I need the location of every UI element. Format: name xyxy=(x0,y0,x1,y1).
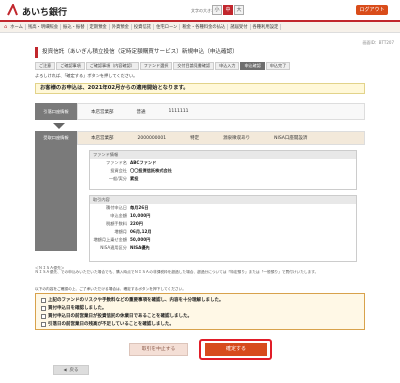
confirmation-item[interactable]: 引落日の前営業日の残高が不足していることを確認しました。 xyxy=(41,320,359,328)
trade-row: 税額手数料 220円 xyxy=(90,220,356,228)
header: あいち銀行 文字の大きさ 小 中 大 ログアウト xyxy=(0,0,400,20)
nav-balance[interactable]: 残高・明細照会 xyxy=(26,24,62,30)
checkbox[interactable] xyxy=(41,305,46,311)
confirmation-checklist: 上記のファンドのリスクや手数料などの重要事項を確認し、内容を十分理解しました。 … xyxy=(35,293,365,330)
step-prospectus: 交付目論見書確認 xyxy=(173,62,215,70)
nav-settings[interactable]: 各種利用設定 xyxy=(251,24,282,30)
transfer-type: 普通 xyxy=(136,109,146,115)
trade-row: 積付申込日 毎月26日 xyxy=(90,204,356,212)
step-notice: ご注意 xyxy=(35,62,56,70)
fund-company-row: 投資会社 〇〇投資信託株式会社 xyxy=(90,167,356,175)
down-arrow-icon xyxy=(53,123,65,129)
progress-steps: ご注意 ご確認事項 ご確認事項（内容確認） ファンド選択 交付目論見書確認 申込… xyxy=(35,62,365,70)
trade-row: 申込金額 10,000円 xyxy=(90,212,356,220)
transfer-account-label: 引落口座情報 xyxy=(35,103,77,120)
nav-foreign-deposit[interactable]: 外貨預金 xyxy=(110,24,132,30)
trade-value: NISA優先 xyxy=(130,245,150,250)
nav-payments[interactable]: 税金・各種料金の払込 xyxy=(180,24,229,30)
step-input: 申込入力 xyxy=(215,62,240,70)
confirmation-text: 引落日の前営業日の残高が不足していることを確認しました。 xyxy=(48,322,174,327)
receive-account-info: 本店営業部 2000000001 特定 源泉徴収あり NISA口座開設済 xyxy=(77,131,365,145)
fund-name-value: ABCファンド xyxy=(130,160,157,165)
bank-name: あいち銀行 xyxy=(22,8,68,18)
confirm-button[interactable]: 確定する xyxy=(205,343,267,356)
receive-account-label: 受取口座情報 xyxy=(35,131,77,251)
step-confirm-items: ご確認事項 xyxy=(56,62,85,70)
receive-branch: 本店営業部 xyxy=(91,136,114,141)
trade-value: 50,000円 xyxy=(130,237,151,242)
confirmation-item[interactable]: 買付申込日の前営業日が投資信託の休業日であることを確認しました。 xyxy=(41,312,359,320)
nav-time-deposit[interactable]: 定期預金 xyxy=(88,24,110,30)
trade-key: 増額月 xyxy=(114,229,127,234)
checkbox[interactable] xyxy=(41,313,46,319)
trade-key: 積付申込日 xyxy=(106,205,127,210)
nisa-note: ＜ＮＩＳＡ優先＞ ＮＩＳＡ優先、での申込みいただいた場合でも、購入時点でＮＩＳＡ… xyxy=(35,266,365,274)
trade-key: NISA適用区分 xyxy=(100,245,127,250)
instruction-text: よろしければ、「確定する」ボタンを押してください。 xyxy=(35,73,138,78)
transfer-branch: 本店営業部 xyxy=(91,109,114,115)
nisa-note-text: ＮＩＳＡ優先、での申込みいただいた場合でも、購入時点でＮＩＳＡの非課税枠を超過し… xyxy=(35,270,319,275)
fund-info-panel: ファンド情報 ファンド名 ABCファンド 投資会社 〇〇投資信託株式会社 一般/… xyxy=(89,150,357,190)
trade-value: 06月,12月 xyxy=(130,229,152,234)
receive-nisa-status: NISA口座開設済 xyxy=(274,136,308,141)
font-size-large-button[interactable]: 大 xyxy=(234,5,244,15)
fund-type-key: 一般/実分 xyxy=(108,176,127,181)
font-size-medium-button[interactable]: 中 xyxy=(223,5,233,15)
page-title: 投資信託（あいぎん積立投信（定時定額購買サービス）新規申込（申込確認） xyxy=(35,47,365,58)
trade-row: 増額月上乗せ金額 50,000円 xyxy=(90,236,356,244)
back-button[interactable]: 戻る xyxy=(53,365,89,375)
nav-housing-loan[interactable]: 住宅ローン xyxy=(154,24,181,30)
trade-key: 申込金額 xyxy=(110,213,127,218)
confirmation-text: 上記のファンドのリスクや手数料などの重要事項を確認し、内容を十分理解しました。 xyxy=(48,298,224,303)
checkbox[interactable] xyxy=(41,297,46,303)
fund-name-key: ファンド名 xyxy=(106,160,127,165)
step-complete: 申込完了 xyxy=(265,62,291,70)
trade-info-title: 取引内容 xyxy=(90,196,356,204)
receive-number: 2000000001 xyxy=(137,135,167,141)
logout-button[interactable]: ログアウト xyxy=(356,5,388,15)
font-size-small-button[interactable]: 小 xyxy=(212,5,222,15)
trade-info-panel: 取引内容 積付申込日 毎月26日 申込金額 10,000円 税額手数料 220円… xyxy=(89,195,357,262)
trade-value: 毎月26日 xyxy=(130,205,149,210)
trade-key: 増額月上乗せ金額 xyxy=(93,237,127,242)
step-application-confirm: 申込確認 xyxy=(240,62,265,70)
checkbox[interactable] xyxy=(41,321,46,327)
nav-investment-trust[interactable]: 投資信託 xyxy=(132,24,155,30)
confirmation-text: 買付申込日の前営業日が投資信託の休業日であることを確認しました。 xyxy=(48,314,192,319)
home-icon[interactable]: ⌂ xyxy=(4,24,7,30)
trade-value: 10,000円 xyxy=(130,213,151,218)
confirmation-item[interactable]: 上記のファンドのリスクや手数料などの重要事項を確認し、内容を十分理解しました。 xyxy=(41,296,359,304)
trade-value: 220円 xyxy=(130,221,143,226)
fund-name-row: ファンド名 ABCファンド xyxy=(90,159,356,167)
nav-transfer[interactable]: 振込・振替 xyxy=(61,24,88,30)
trade-row: NISA適用区分 NISA優先 xyxy=(90,244,356,252)
main-navigation: ⌂ ホーム 残高・明細照会 振込・振替 定期預金 外貨預金 投資信託 住宅ローン… xyxy=(0,20,400,33)
fund-type-row: 一般/実分 累投 xyxy=(90,175,356,183)
trade-key: 税額手数料 xyxy=(106,221,127,226)
effective-date-notice: お客様のお申込は、2021年02月からの適用開始となります。 xyxy=(35,83,365,94)
receive-withholding: 源泉徴収あり xyxy=(223,136,251,141)
stop-transaction-button[interactable]: 取引を中止する xyxy=(129,343,188,356)
step-fund-select: ファンド選択 xyxy=(139,62,173,70)
nav-home[interactable]: ホーム xyxy=(8,24,26,30)
fund-company-key: 投資会社 xyxy=(110,168,127,173)
fund-info-title: ファンド情報 xyxy=(90,151,356,159)
fund-company-value: 〇〇投資信託株式会社 xyxy=(130,168,172,173)
step-confirm-content: ご確認事項（内容確認） xyxy=(85,62,139,70)
confirmation-text: 買付申込日を確認しました。 xyxy=(48,306,107,311)
receive-kind: 特定 xyxy=(190,136,200,141)
transfer-number: 1111111 xyxy=(168,109,189,114)
confirmation-lead: 以下の内容をご確認の上、ご了承いただける場合は、確定するボタンを押下してください… xyxy=(35,287,186,291)
bank-logo-icon xyxy=(7,4,18,16)
nav-applications[interactable]: 諸届受付 xyxy=(228,24,251,30)
confirmation-item[interactable]: 買付申込日を確認しました。 xyxy=(41,304,359,312)
trade-row: 増額月 06月,12月 xyxy=(90,228,356,236)
fund-type-value: 累投 xyxy=(130,176,139,181)
screen-id: 画面ID：BTT207 xyxy=(362,40,394,45)
transfer-account-info: 本店営業部 普通 1111111 xyxy=(77,103,365,120)
